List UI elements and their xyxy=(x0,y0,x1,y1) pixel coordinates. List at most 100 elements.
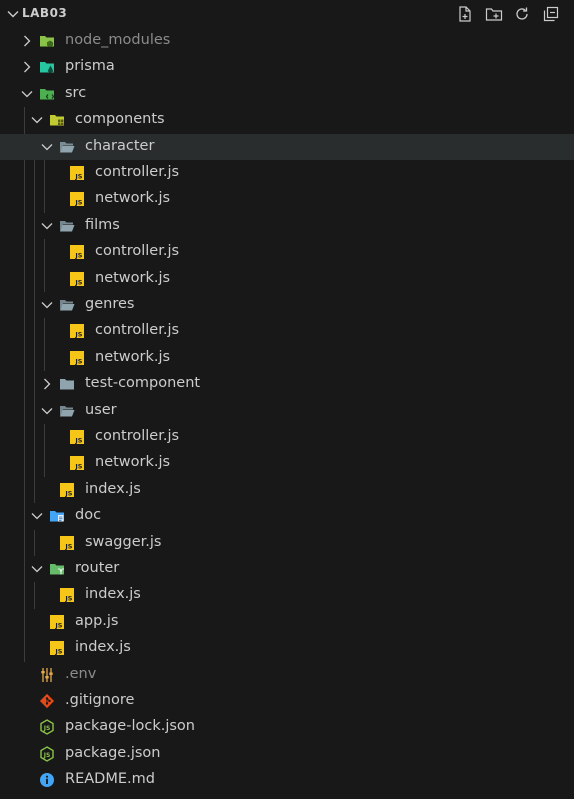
new-folder-icon[interactable] xyxy=(485,5,503,23)
tree-file-app-js[interactable]: JS app.js xyxy=(0,609,574,635)
tree-file-swagger-js[interactable]: JS swagger.js xyxy=(0,530,574,556)
tree-file-network-js[interactable]: JS network.js xyxy=(0,186,574,212)
tree-file-network-js[interactable]: JS network.js xyxy=(0,266,574,292)
javascript-file-icon: JS xyxy=(59,482,75,498)
chevron-down-icon[interactable] xyxy=(40,140,54,154)
tree-item-label: router xyxy=(75,560,120,576)
folder-open-icon xyxy=(59,403,75,419)
tree-file-controller-js[interactable]: JS controller.js xyxy=(0,424,574,450)
chevron-down-icon[interactable] xyxy=(30,562,44,576)
tree-folder-test-component[interactable]: test-component xyxy=(0,371,574,397)
tree-item-label: components xyxy=(75,111,165,128)
svg-text:JS: JS xyxy=(64,595,72,603)
chevron-down-icon[interactable] xyxy=(20,87,34,101)
tree-item-label: character xyxy=(85,137,155,154)
svg-text:JS: JS xyxy=(74,251,82,259)
tree-folder-doc[interactable]: doc xyxy=(0,503,574,529)
tree-item-label: doc xyxy=(75,507,102,524)
tree-file-index-js[interactable]: JS index.js xyxy=(0,477,574,503)
tree-item-label: network.js xyxy=(95,454,171,471)
chevron-right-icon[interactable] xyxy=(40,377,54,391)
tree-folder-genres[interactable]: genres xyxy=(0,292,574,318)
tree-file-network-js[interactable]: JS network.js xyxy=(0,345,574,371)
tree-item-label: package.json xyxy=(65,744,161,761)
tree-item-label: network.js xyxy=(95,190,171,207)
chevron-down-icon[interactable] xyxy=(30,509,44,523)
src-folder-icon xyxy=(39,86,55,102)
javascript-file-icon: JS xyxy=(69,165,85,181)
javascript-file-icon: JS xyxy=(69,323,85,339)
tree-file-index-js[interactable]: JS index.js xyxy=(0,635,574,661)
tree-folder-character[interactable]: character xyxy=(0,133,574,160)
tree-file-env[interactable]: .env xyxy=(0,662,574,688)
tree-item-label: .gitignore xyxy=(65,692,135,708)
javascript-file-icon: JS xyxy=(69,191,85,207)
javascript-file-icon: JS xyxy=(59,535,75,551)
folder-open-icon xyxy=(59,218,75,234)
explorer-root-title: LAB03 xyxy=(22,6,68,20)
new-file-icon[interactable] xyxy=(456,5,474,23)
git-icon xyxy=(39,693,55,709)
folder-icon xyxy=(59,376,75,392)
tree-file-controller-js[interactable]: JS controller.js xyxy=(0,239,574,265)
tree-file-controller-js[interactable]: JS controller.js xyxy=(0,160,574,186)
tree-item-label: genres xyxy=(85,296,135,312)
chevron-down-icon[interactable] xyxy=(40,404,54,418)
tree-item-label: index.js xyxy=(75,639,131,656)
folder-open-icon xyxy=(59,139,75,155)
svg-text:JS: JS xyxy=(74,278,82,286)
components-folder-icon xyxy=(49,112,65,128)
svg-text:JS: JS xyxy=(74,436,82,444)
nodejs-icon: JS xyxy=(39,719,55,736)
svg-text:JS: JS xyxy=(54,621,62,629)
doc-folder-icon xyxy=(49,508,65,524)
chevron-down-icon[interactable] xyxy=(6,7,20,21)
tree-file-controller-js[interactable]: JS controller.js xyxy=(0,318,574,344)
svg-text:JS: JS xyxy=(54,647,62,655)
tree-file-index-js[interactable]: JS index.js xyxy=(0,582,574,608)
tree-folder-router[interactable]: router xyxy=(0,556,574,582)
file-explorer: LAB03 node_modulesprisma src components cha… xyxy=(0,0,574,799)
tree-folder-films[interactable]: films xyxy=(0,213,574,239)
javascript-file-icon: JS xyxy=(59,587,75,603)
tree-file-package-lock-json[interactable]: JS package-lock.json xyxy=(0,714,574,740)
javascript-file-icon: JS xyxy=(49,614,65,630)
javascript-file-icon: JS xyxy=(69,429,85,445)
prisma-folder-icon xyxy=(39,59,55,75)
tree-item-label: test-component xyxy=(85,375,201,392)
tree-item-label: controller.js xyxy=(95,428,180,444)
tree-folder-prisma[interactable]: prisma xyxy=(0,54,574,80)
tree-item-label: prisma xyxy=(65,58,115,75)
tree-folder-components[interactable]: components xyxy=(0,107,574,133)
env-settings-icon xyxy=(39,667,55,683)
tree-file-readme-md[interactable]: README.md xyxy=(0,767,574,793)
tree-folder-src[interactable]: src xyxy=(0,81,574,107)
collapse-all-icon[interactable] xyxy=(542,5,560,23)
javascript-file-icon: JS xyxy=(69,244,85,260)
chevron-down-icon[interactable] xyxy=(40,219,54,233)
tree-folder-user[interactable]: user xyxy=(0,398,574,424)
javascript-file-icon: JS xyxy=(69,455,85,471)
tree-file-gitignore[interactable]: .gitignore xyxy=(0,688,574,714)
refresh-icon[interactable] xyxy=(513,5,531,23)
svg-text:JS: JS xyxy=(64,542,72,550)
tree-item-label: node_modules xyxy=(65,32,171,48)
tree-item-label: app.js xyxy=(75,612,119,629)
tree-folder-node-modules[interactable]: node_modules xyxy=(0,28,574,54)
explorer-header[interactable]: LAB03 xyxy=(0,0,574,28)
chevron-down-icon[interactable] xyxy=(40,298,54,312)
tree-file-package-json[interactable]: JS package.json xyxy=(0,741,574,767)
chevron-down-icon[interactable] xyxy=(30,113,44,127)
tree-file-network-js[interactable]: JS network.js xyxy=(0,450,574,476)
javascript-file-icon: JS xyxy=(69,271,85,287)
tree-item-label: index.js xyxy=(85,586,141,603)
folder-open-icon xyxy=(59,297,75,313)
tree-item-label: controller.js xyxy=(95,322,180,339)
tree-item-label: network.js xyxy=(95,348,171,365)
explorer-actions xyxy=(456,5,562,23)
tree-item-label: src xyxy=(65,84,87,101)
info-icon xyxy=(39,772,55,788)
chevron-right-icon[interactable] xyxy=(20,60,34,74)
tree-item-label: network.js xyxy=(95,269,171,286)
chevron-right-icon[interactable] xyxy=(20,34,34,48)
